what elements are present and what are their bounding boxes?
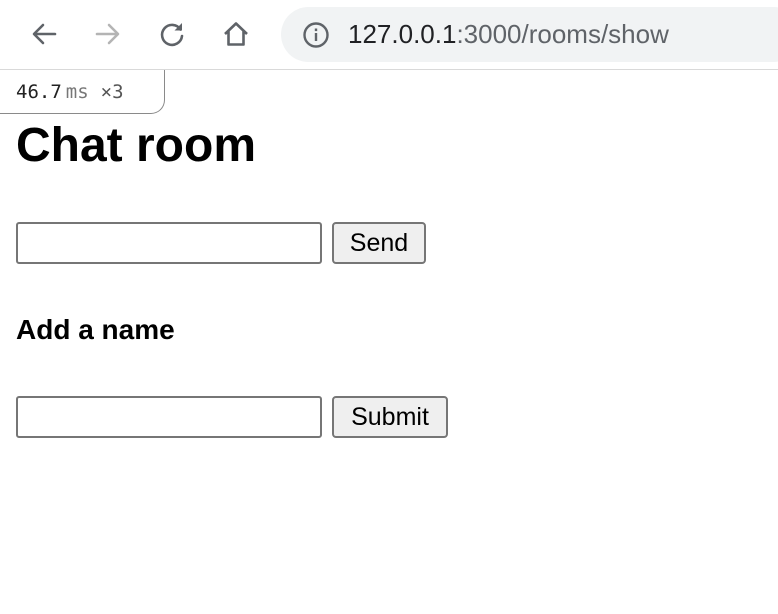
send-button[interactable]: Send: [332, 222, 426, 264]
url-host: 127.0.0.1: [348, 19, 457, 49]
reload-icon: [160, 23, 184, 47]
address-bar[interactable]: 127.0.0.1:3000/rooms/show: [281, 7, 778, 62]
arrow-left-icon: [32, 23, 57, 45]
message-input[interactable]: [16, 222, 322, 264]
home-button[interactable]: [216, 14, 256, 54]
profiler-time: 46.7: [16, 81, 62, 103]
profiler-badge[interactable]: 46.7 ms ×3: [0, 70, 165, 114]
forward-button[interactable]: [88, 14, 128, 54]
url-text[interactable]: 127.0.0.1:3000/rooms/show: [348, 19, 669, 49]
url-path: :3000/rooms/show: [456, 19, 669, 49]
submit-button[interactable]: Submit: [332, 396, 448, 438]
name-heading: Add a name: [16, 314, 175, 345]
info-icon[interactable]: [302, 21, 330, 49]
profiler-count: ×3: [100, 81, 124, 103]
browser-toolbar: 127.0.0.1:3000/rooms/show: [0, 0, 778, 70]
page-title: Chat room: [16, 119, 256, 172]
back-button[interactable]: [24, 14, 64, 54]
profiler-unit: ms: [65, 81, 89, 103]
arrow-right-icon: [95, 23, 120, 45]
reload-button[interactable]: [152, 14, 192, 54]
name-input[interactable]: [16, 396, 322, 438]
home-icon: [224, 22, 248, 46]
